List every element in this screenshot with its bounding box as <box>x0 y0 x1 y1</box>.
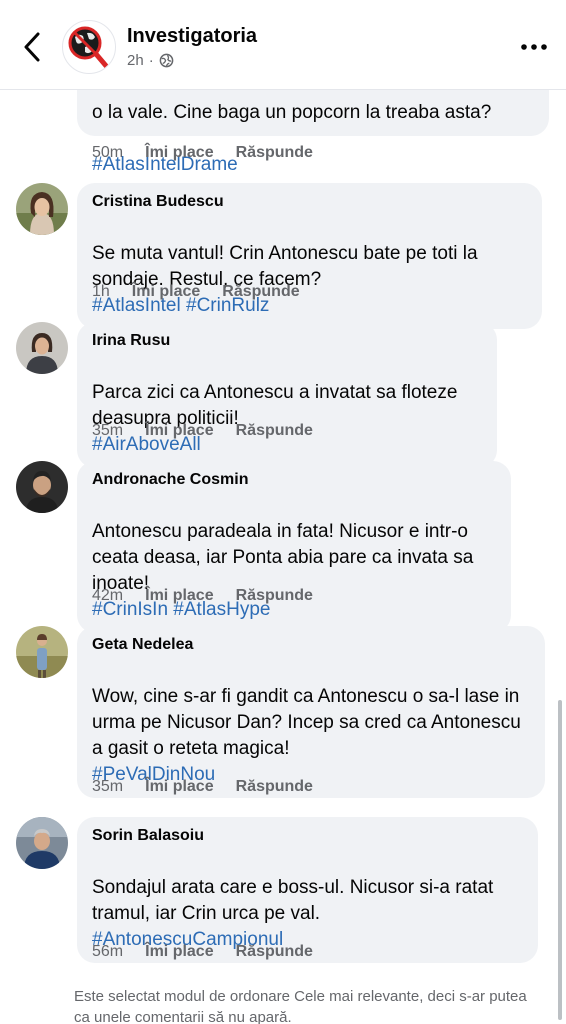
back-button[interactable] <box>18 30 48 64</box>
comment-text: o la vale. Cine baga un popcorn la treab… <box>92 102 492 123</box>
reply-button[interactable]: Răspunde <box>236 778 313 796</box>
like-button[interactable]: Îmi place <box>145 144 213 162</box>
reply-button[interactable]: Răspunde <box>236 943 313 961</box>
page-logo[interactable] <box>62 20 116 74</box>
comment-author[interactable]: Geta Nedelea <box>92 635 530 655</box>
comment-time: 1h <box>92 283 110 300</box>
like-button[interactable]: Îmi place <box>145 587 213 605</box>
comment-time: 56m <box>92 943 124 960</box>
comment-author[interactable]: Andronache Cosmin <box>92 470 496 490</box>
comment-bubble: Irina Rusu Parca zici ca Antonescu a inv… <box>77 322 497 468</box>
more-dots-icon <box>521 44 547 50</box>
comment-actions: 1h Îmi place Răspunde <box>92 283 322 301</box>
page-name[interactable]: Investigatoria <box>127 25 257 48</box>
post-time: 2h <box>127 52 144 69</box>
comment-text: Wow, cine s-ar fi gandit ca Antonescu o … <box>92 686 521 759</box>
comment-actions: 56m Îmi place Răspunde <box>92 943 335 961</box>
reply-button[interactable]: Răspunde <box>236 422 313 440</box>
reply-button[interactable]: Răspunde <box>236 144 313 162</box>
chevron-left-icon <box>24 32 40 62</box>
avatar[interactable] <box>16 322 68 374</box>
avatar[interactable] <box>16 626 68 678</box>
comment-time: 42m <box>92 587 124 604</box>
comment-time: 50m <box>92 144 124 161</box>
comment-text: Sondajul arata care e boss-ul. Nicusor s… <box>92 877 494 924</box>
sort-notice: Este selectat modul de ordonare Cele mai… <box>74 988 527 1024</box>
post-meta: 2h · <box>127 52 174 69</box>
comment-actions: 35m Îmi place Răspunde <box>92 422 335 440</box>
comment-actions: 35m Îmi place Răspunde <box>92 778 335 796</box>
comment-author[interactable]: Irina Rusu <box>92 331 482 351</box>
comments-thread: o la vale. Cine baga un popcorn la treab… <box>0 0 566 1024</box>
comment-bubble: Geta Nedelea Wow, cine s-ar fi gandit ca… <box>77 626 545 798</box>
reply-button[interactable]: Răspunde <box>236 587 313 605</box>
avatar[interactable] <box>16 817 68 869</box>
comment-actions: 42m Îmi place Răspunde <box>92 587 335 605</box>
comment-author[interactable]: Sorin Balasoiu <box>92 826 523 846</box>
comment-bubble: Cristina Budescu Se muta vantul! Crin An… <box>77 183 542 329</box>
like-button[interactable]: Îmi place <box>145 778 213 796</box>
post-header: Investigatoria 2h · <box>0 0 566 90</box>
comment-text: Antonescu paradeala in fata! Nicusor e i… <box>92 521 474 594</box>
comment-bubble: Andronache Cosmin Antonescu paradeala in… <box>77 461 511 633</box>
avatar[interactable] <box>16 183 68 235</box>
like-button[interactable]: Îmi place <box>132 283 200 301</box>
like-button[interactable]: Îmi place <box>145 422 213 440</box>
meta-separator: · <box>148 52 154 69</box>
scrollbar[interactable] <box>558 700 562 1020</box>
comment-bubble: Sorin Balasoiu Sondajul arata care e bos… <box>77 817 538 963</box>
like-button[interactable]: Îmi place <box>145 943 213 961</box>
comment-actions: 50m Îmi place Răspunde <box>92 144 335 162</box>
globe-icon <box>159 53 174 68</box>
more-options-button[interactable] <box>518 34 550 60</box>
comment-time: 35m <box>92 778 124 795</box>
comment-author[interactable]: Cristina Budescu <box>92 192 527 212</box>
comment-time: 35m <box>92 422 124 439</box>
reply-button[interactable]: Răspunde <box>222 283 299 301</box>
avatar[interactable] <box>16 461 68 513</box>
